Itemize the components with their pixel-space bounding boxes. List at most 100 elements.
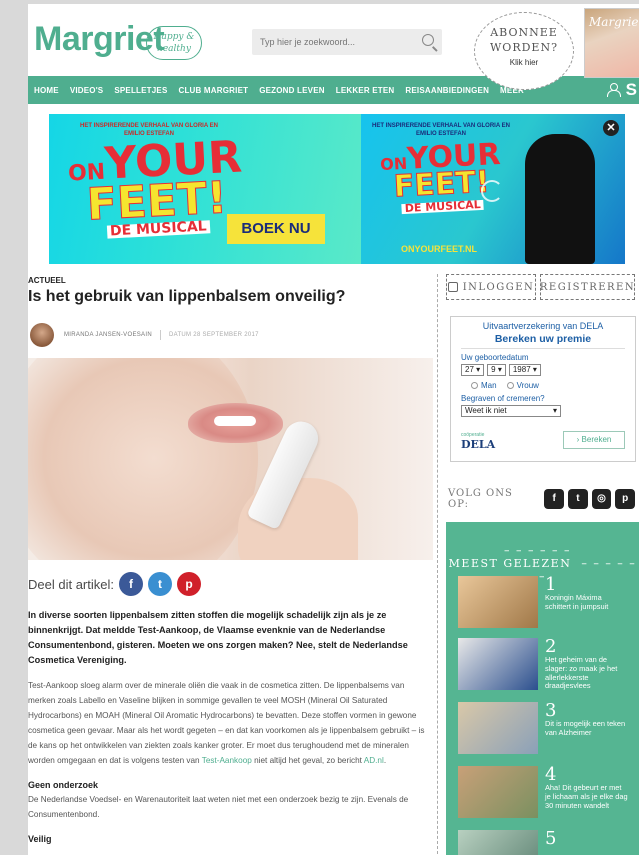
ad-musical: DE MUSICAL [106,219,210,240]
ad-musical-right: DE MUSICAL [401,198,485,215]
ad-small-text-right: HET INSPIRERENDE VERHAAL VAN GLORIA EN E… [372,123,510,137]
ad-banner-left[interactable]: HET INSPIRERENDE VERHAAL VAN GLORIA EN E… [49,114,361,264]
magazine-cover-image[interactable]: Margriet [584,8,639,78]
burial-question: Begraven of cremeren? [461,394,545,403]
gender-vrouw-label: Vrouw [516,381,539,390]
twitter-share-icon[interactable]: t [147,572,172,596]
subscribe-badge[interactable]: ABONNEE WORDEN? Klik hier [474,12,574,90]
pinterest-share-icon[interactable]: p [176,572,201,596]
subscribe-line2: WORDEN? [490,41,558,54]
dela-subtitle: Bereken uw premie [461,333,625,349]
facebook-share-icon[interactable]: f [118,572,143,596]
subscribe-line1: ABONNEE [490,26,558,39]
article-meta: MIRANDA JANSEN-VOESAIN DATUM 28 SEPTEMBE… [28,322,433,348]
dela-logo-text: DELA [461,438,496,451]
search-bar[interactable] [252,29,442,55]
dob-label: Uw geboortedatum [461,353,529,362]
burial-select-value: Weet ik niet [465,406,507,415]
most-read-headline[interactable]: Koningin Máxima schittert in jumpsuit [545,593,629,612]
most-read-num: 5 [545,828,557,849]
login-row: INLOGGEN REGISTREREN [446,274,639,300]
instagram-icon[interactable]: ◎ [591,489,612,509]
most-read-item[interactable]: 5 [458,830,629,855]
burial-select[interactable]: Weet ik niet ▾ [461,405,561,417]
ad-nl-link[interactable]: AD.nl [364,756,384,765]
nav-item-reisaanbiedingen[interactable]: REISAANBIEDINGEN [405,86,489,95]
nav-item-home[interactable]: HOME [34,86,59,95]
subheading-veilig: Veilig [28,834,52,844]
user-icon[interactable] [607,83,621,97]
bereken-button[interactable]: › Bereken [563,431,625,449]
register-button[interactable]: REGISTREREN [540,274,635,300]
most-read-thumb[interactable] [458,576,538,628]
article-paragraph-1: Test-Aankoop sloeg alarm over de mineral… [28,678,433,768]
radio-vrouw[interactable] [506,382,514,390]
most-read-thumb[interactable] [458,638,538,690]
nav-item-spelletjes[interactable]: SPELLETJES [114,86,167,95]
ad-on-your-feet-logo: ONYOUR FEET! DE MUSICAL [67,132,246,240]
dob-month-value: 9 [491,365,496,374]
ad-banner[interactable]: HET INSPIRERENDE VERHAAL VAN GLORIA EN E… [49,114,625,264]
radio-man[interactable] [471,382,478,390]
dob-month-select[interactable]: 9 ▾ [487,364,506,376]
close-icon[interactable]: ✕ [603,120,619,136]
subscribe-link[interactable]: Klik hier [475,58,573,67]
most-read-title-text: MEEST GELEZEN [448,557,572,570]
most-read-num: 1 [545,574,557,595]
site-logo[interactable]: Margriet [34,20,165,59]
test-aankoop-link[interactable]: Test-Aankoop [202,756,252,765]
most-read-num: 4 [545,764,557,785]
most-read-num: 2 [545,636,557,657]
ad-url[interactable]: ONYOURFEET.NL [401,244,477,254]
magazine-cover-title: Margriet [589,15,639,29]
share-bar: Deel dit artikel: f t p [28,572,433,596]
nav-item-gezond-leven[interactable]: GEZOND LEVEN [259,86,325,95]
nav-item-videos[interactable]: VIDEO'S [70,86,104,95]
most-read-item[interactable]: 4 Aha! Dit gebeurt er met je lichaam als… [458,766,629,818]
subheading-geen-onderzoek: Geen onderzoek [28,780,99,790]
most-read-item[interactable]: 3 Dit is mogelijk een teken van Alzheime… [458,702,629,754]
dela-logo: coöperatie DELA [461,432,495,451]
twitter-icon[interactable]: t [568,489,588,509]
article-title: Is het gebruik van lippenbalsem onveilig… [28,288,346,305]
login-button[interactable]: INLOGGEN [446,274,536,300]
register-label: REGISTREREN [539,281,636,293]
gender-vrouw-option[interactable]: Vrouw [506,381,539,390]
search-icon[interactable] [422,34,434,46]
most-read-item[interactable]: 1 Koningin Máxima schittert in jumpsuit [458,576,629,628]
most-read-thumb[interactable] [458,830,538,855]
happy-healthy-badge: Happy & healthy [146,26,202,60]
most-read-text: 2 Het geheim van de slager: zo maak je h… [545,638,629,691]
nav-item-club-margriet[interactable]: CLUB MARGRIET [178,86,248,95]
most-read: – – – – – – MEEST GELEZEN – – – – – – 1 … [446,522,639,855]
search-input[interactable] [260,37,410,47]
nav-item-lekker-eten[interactable]: LEKKER ETEN [336,86,395,95]
dela-ad[interactable]: Uitvaartverzekering van DELA Bereken uw … [450,316,636,462]
most-read-headline[interactable]: Aha! Dit gebeurt er met je lichaam als j… [545,783,629,810]
p1-text-b: niet altijd het geval, zo bericht [251,756,364,765]
meta-divider [159,330,161,340]
ad-banner-right[interactable]: HET INSPIRERENDE VERHAAL VAN GLORIA EN E… [361,114,625,264]
most-read-thumb[interactable] [458,702,538,754]
ad-on-your-feet-logo-right: ONYOUR FEET! DE MUSICAL [379,137,503,216]
follow-us: VOLG ONS OP: f t ◎ p [448,488,639,510]
sidebar: INLOGGEN REGISTREREN Uitvaartverzekering… [442,274,639,855]
most-read-headline[interactable]: Het geheim van de slager: zo maak je het… [545,655,629,691]
gender-man-option[interactable]: Man [471,381,497,390]
dela-title: Uitvaartverzekering van DELA [482,321,604,331]
dob-selects: 27 ▾ 9 ▾ 1987 ▾ [461,364,625,376]
dob-year-select[interactable]: 1987 ▾ [508,364,541,376]
most-read-thumb[interactable] [458,766,538,818]
reload-icon[interactable] [481,180,503,202]
dob-day-select[interactable]: 27 ▾ [461,364,485,376]
article-author[interactable]: MIRANDA JANSEN-VOESAIN [64,332,152,338]
pinterest-icon[interactable]: p [615,489,636,509]
nav-s-letter[interactable]: S [626,80,637,100]
most-read-item[interactable]: 2 Het geheim van de slager: zo maak je h… [458,638,629,691]
boek-nu-button[interactable]: BOEK NU [227,214,325,244]
most-read-headline[interactable]: Dit is mogelijk een teken van Alzheimer [545,719,629,738]
article: ACTUEEL Is het gebruik van lippenbalsem … [28,276,433,844]
article-kicker[interactable]: ACTUEEL [28,276,433,285]
facebook-icon[interactable]: f [544,489,565,509]
avatar [30,323,54,347]
